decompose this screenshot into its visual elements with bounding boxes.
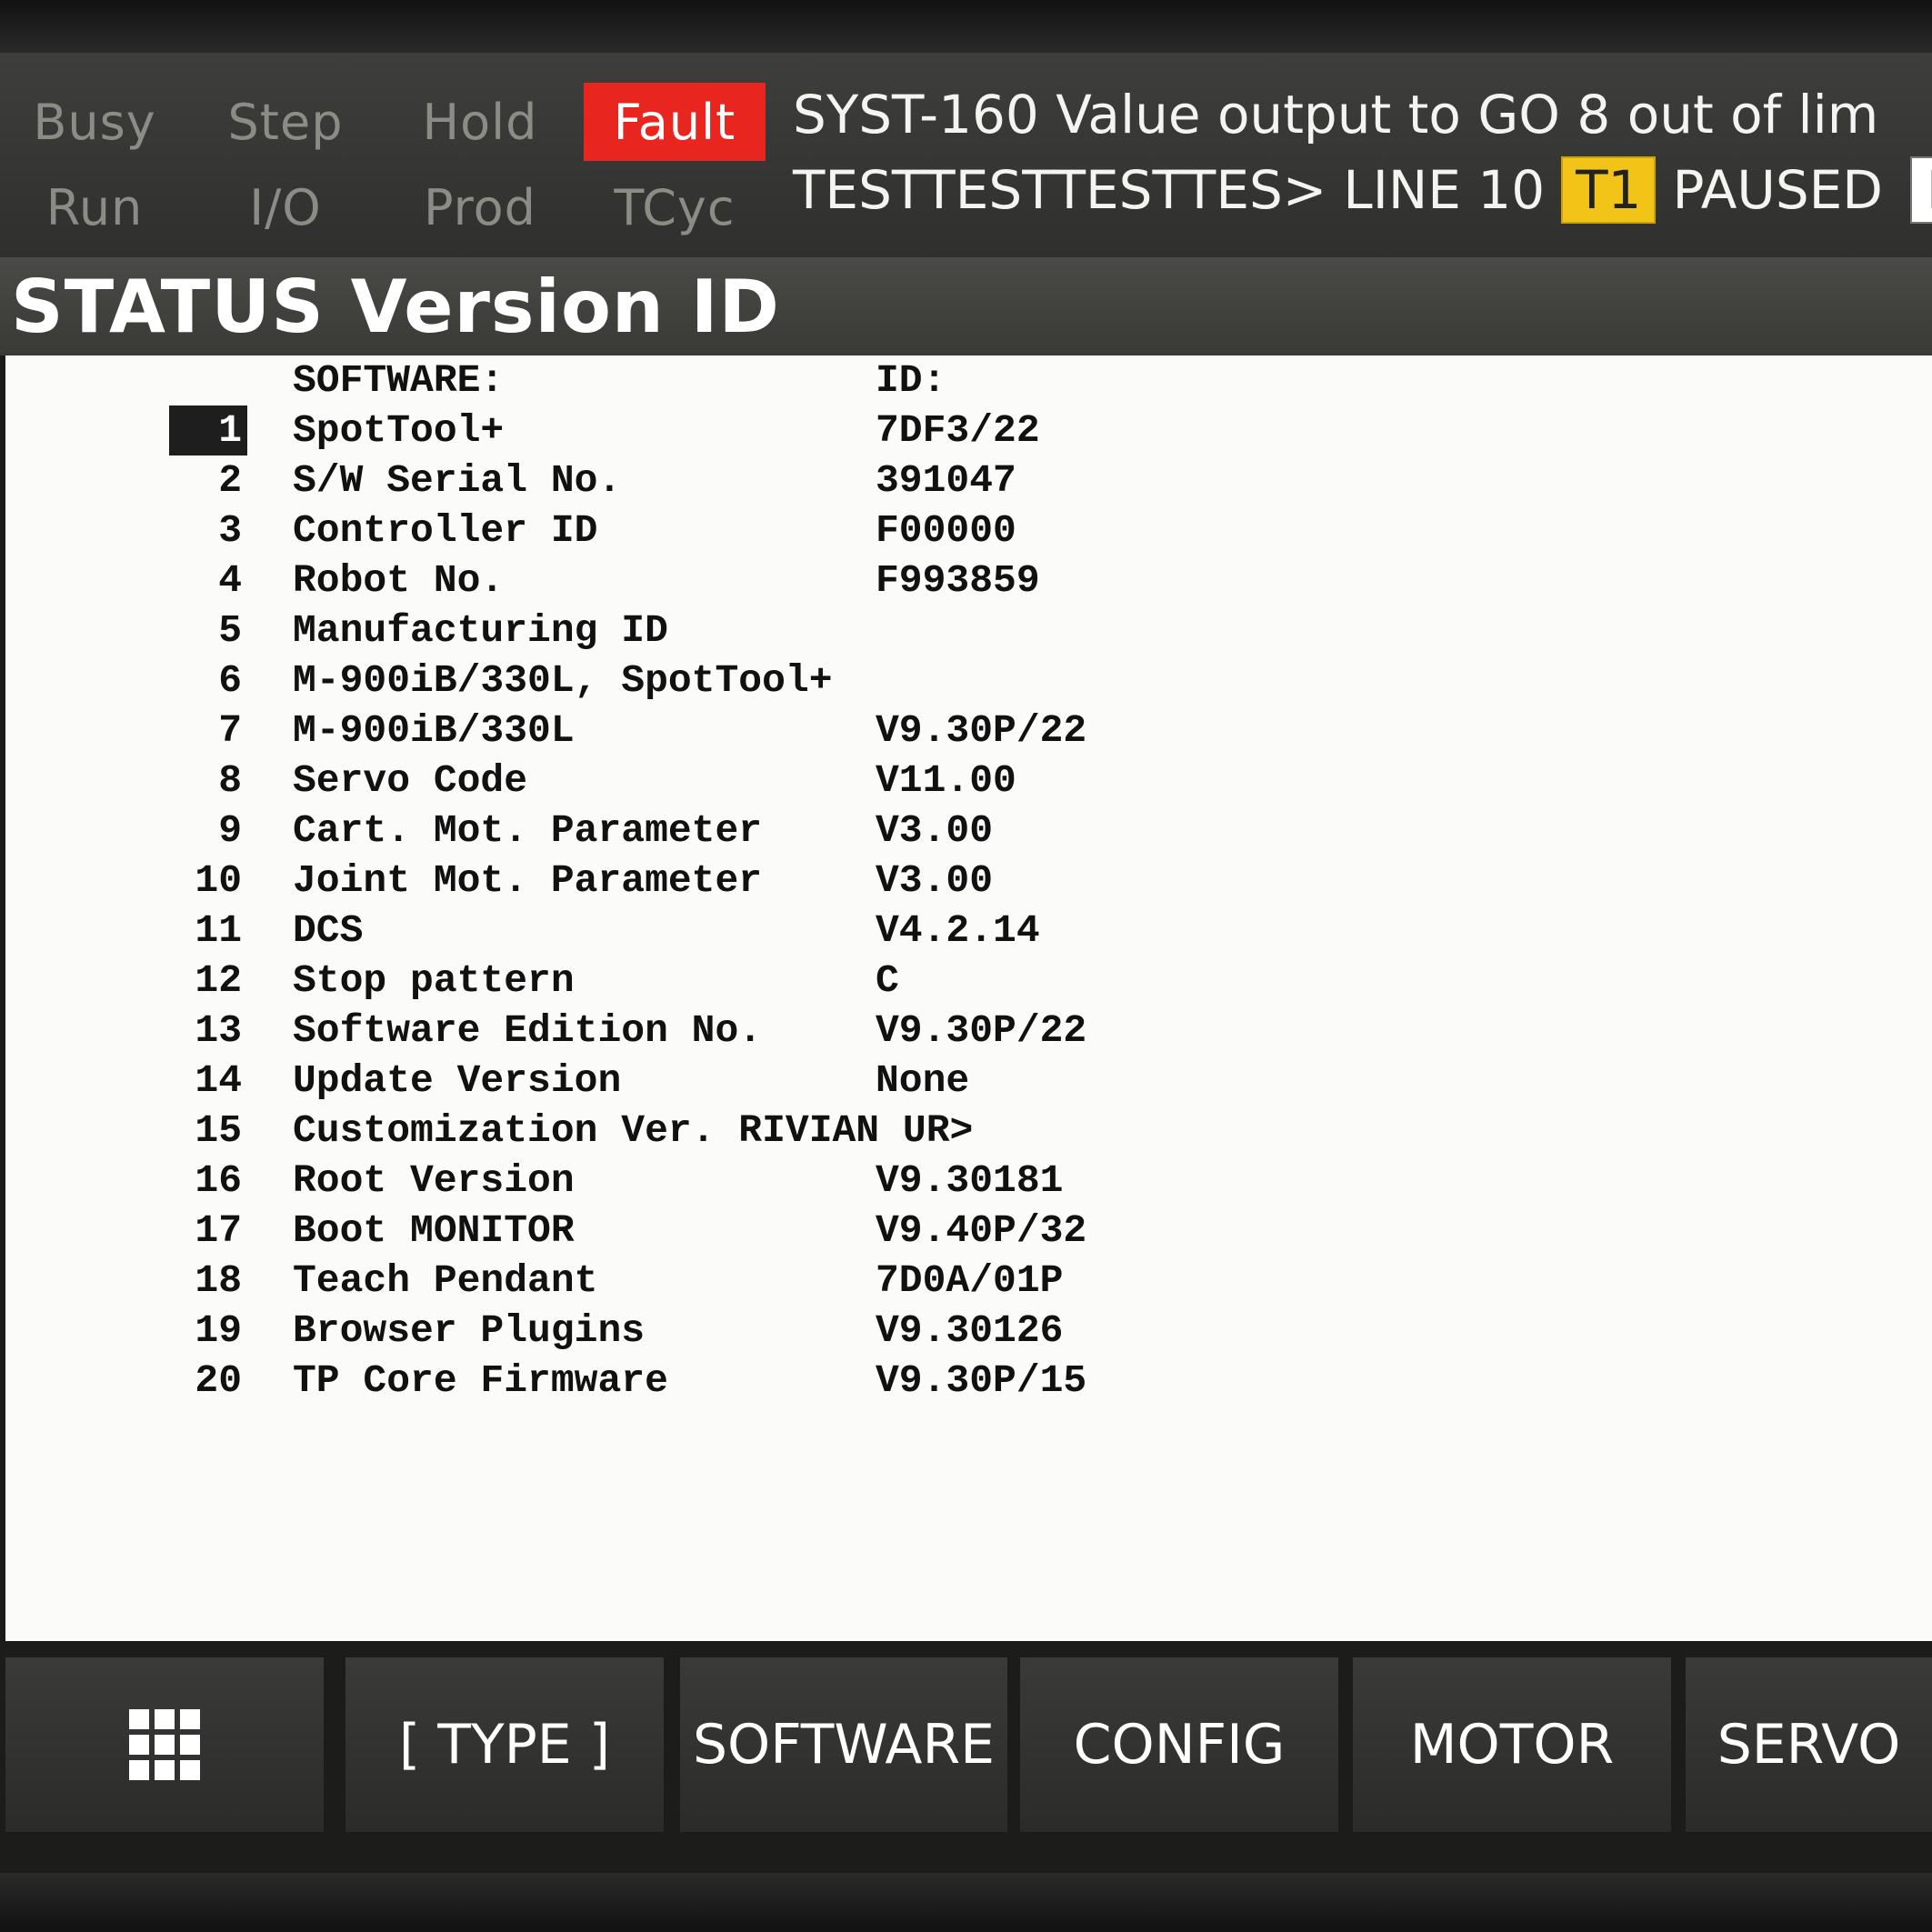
software-button[interactable]: SOFTWARE: [680, 1657, 1007, 1832]
row-label: S/W Serial No.: [293, 458, 622, 503]
motor-button[interactable]: MOTOR: [1353, 1657, 1671, 1832]
row-id: V4.2.14: [876, 908, 1040, 953]
row-id: V9.30P/22: [876, 708, 1087, 753]
row-number: 10: [195, 858, 242, 903]
prod-indicator: Prod: [424, 178, 536, 236]
row-number: 19: [195, 1308, 242, 1353]
row-id: V11.00: [876, 758, 1016, 803]
line-number: LINE 10: [1343, 159, 1546, 221]
row-label: Update Version: [293, 1058, 622, 1103]
row-number: 15: [195, 1108, 242, 1153]
row-number: 18: [195, 1258, 242, 1303]
row-id: V3.00: [876, 808, 994, 853]
pendant-bezel-top: [0, 0, 1932, 53]
row-label: Robot No.: [293, 558, 505, 603]
row-number: 11: [195, 908, 242, 953]
row-number: 6: [218, 658, 242, 703]
row-id: 7DF3/22: [876, 408, 1040, 453]
screen-title: STATUS Version ID: [11, 265, 780, 349]
row-label: Cart. Mot. Parameter: [293, 808, 763, 853]
row-label: Customization Ver. RIVIAN UR>: [293, 1108, 974, 1153]
row-label: Controller ID: [293, 508, 598, 553]
row-id: None: [876, 1058, 970, 1103]
row-number: 2: [218, 458, 242, 503]
execution-state: PAUSED: [1672, 159, 1883, 221]
grid-menu-icon: [129, 1709, 200, 1780]
id-column-header: ID:: [876, 358, 946, 403]
group-badge: H1: [1909, 156, 1932, 224]
run-indicator: Run: [45, 178, 144, 236]
row-label: DCS: [293, 908, 364, 953]
tcyc-indicator: TCyc: [614, 178, 736, 236]
alarm-message: SYST-160 Value output to GO 8 out of lim: [793, 84, 1879, 145]
row-number: 8: [218, 758, 242, 803]
step-indicator: Step: [227, 93, 344, 151]
row-id: V9.30126: [876, 1308, 1064, 1353]
fault-indicator: Fault: [584, 83, 766, 161]
row-id: 391047: [876, 458, 1016, 503]
row-label: Servo Code: [293, 758, 528, 803]
row-number: 20: [195, 1358, 242, 1403]
row-id: F00000: [876, 508, 1016, 553]
version-id-list: SOFTWARE: ID: 1 SpotTool+ 7DF3/22 2 S/W …: [5, 355, 1932, 1641]
type-button[interactable]: [ TYPE ]: [345, 1657, 664, 1832]
status-header: Busy Step Hold Fault Run I/O Prod TCyc S…: [0, 53, 1932, 257]
busy-indicator: Busy: [33, 93, 156, 151]
row-number: 7: [218, 708, 242, 753]
row-id: 7D0A/01P: [876, 1258, 1064, 1303]
row-number: 5: [218, 608, 242, 653]
row-label: Browser Plugins: [293, 1308, 646, 1353]
row-id: V9.40P/32: [876, 1208, 1087, 1253]
row-label: TP Core Firmware: [293, 1358, 668, 1403]
pendant-bezel-bottom: [0, 1873, 1932, 1932]
row-label: Root Version: [293, 1158, 575, 1203]
row-id: V9.30P/22: [876, 1008, 1087, 1053]
row-number: 1: [169, 405, 247, 455]
row-number: 9: [218, 808, 242, 853]
row-label: Manufacturing ID: [293, 608, 668, 653]
row-number: 12: [195, 958, 242, 1003]
row-number: 17: [195, 1208, 242, 1253]
row-label: Joint Mot. Parameter: [293, 858, 763, 903]
row-label: Boot MONITOR: [293, 1208, 575, 1253]
software-column-header: SOFTWARE:: [293, 358, 505, 403]
row-id: C: [876, 958, 899, 1003]
row-number: 4: [218, 558, 242, 603]
row-label: SpotTool+: [293, 408, 505, 453]
program-name: TESTTESTTESTTES>: [793, 159, 1327, 221]
row-id: F993859: [876, 558, 1040, 603]
program-status-line: TESTTESTTESTTES> LINE 10 T1 PAUSED H1: [793, 156, 1932, 224]
row-number: 16: [195, 1158, 242, 1203]
io-indicator: I/O: [249, 178, 322, 236]
menu-button[interactable]: [5, 1657, 324, 1832]
row-number: 3: [218, 508, 242, 553]
row-label: Software Edition No.: [293, 1008, 763, 1053]
servo-button[interactable]: SERVO: [1686, 1657, 1932, 1832]
row-label: Stop pattern: [293, 958, 575, 1003]
row-number: 13: [195, 1008, 242, 1053]
row-label: Teach Pendant: [293, 1258, 598, 1303]
row-id: V9.30P/15: [876, 1358, 1087, 1403]
row-id: V9.30181: [876, 1158, 1064, 1203]
mode-badge: T1: [1561, 156, 1657, 224]
hold-indicator: Hold: [422, 93, 538, 151]
screen-title-bar: STATUS Version ID: [0, 257, 1932, 355]
row-number: 14: [195, 1058, 242, 1103]
row-label: M-900iB/330L, SpotTool+: [293, 658, 833, 703]
row-id: V3.00: [876, 858, 994, 903]
row-label: M-900iB/330L: [293, 708, 575, 753]
config-button[interactable]: CONFIG: [1020, 1657, 1338, 1832]
